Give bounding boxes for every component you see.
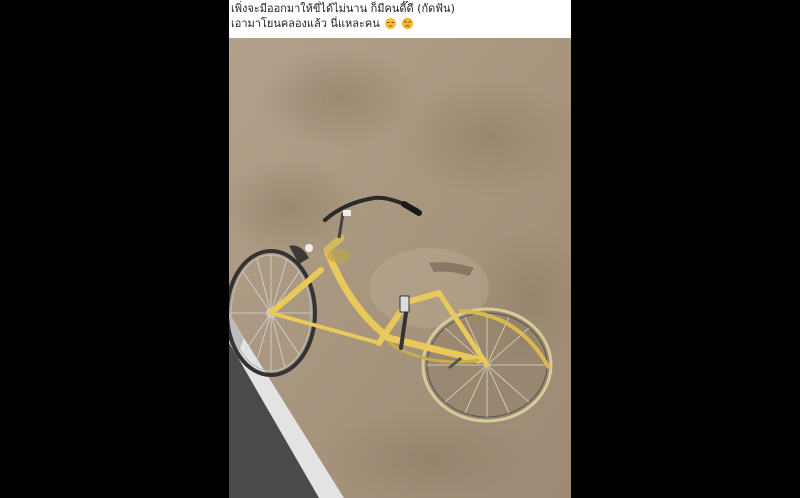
angry-face-icon xyxy=(401,18,413,29)
unamused-face-icon xyxy=(385,18,397,29)
caption-line-2: เอามาโยนคลองแล้ว นี่แหละคน xyxy=(231,16,569,31)
post-caption: เพิ่งจะมีออกมาให้ขี่ได้ไม่นาน ก็มีคนดี๊ด… xyxy=(229,0,571,38)
social-post: เพิ่งจะมีออกมาให้ขี่ได้ไม่นาน ก็มีคนดี๊ด… xyxy=(229,0,571,498)
caption-line-2-text: เอามาโยนคลองแล้ว นี่แหละคน xyxy=(231,17,380,30)
caption-line-1: เพิ่งจะมีออกมาให้ขี่ได้ไม่นาน ก็มีคนดี๊ด… xyxy=(231,2,455,15)
post-photo xyxy=(229,38,571,498)
bicycle-in-canal-image xyxy=(229,38,571,498)
